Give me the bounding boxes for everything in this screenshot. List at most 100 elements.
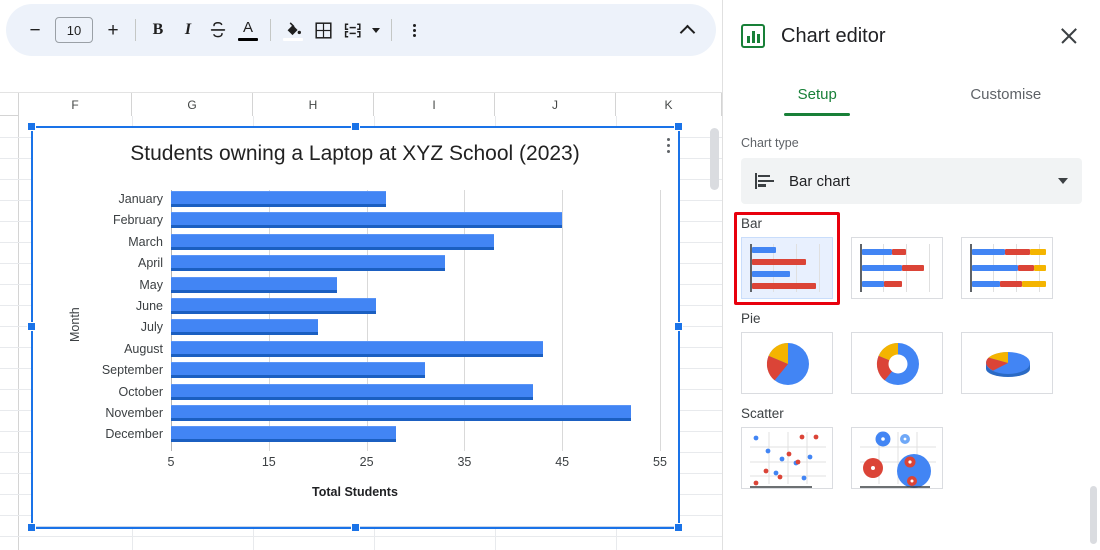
- strikethrough-icon: [210, 22, 226, 38]
- y-axis-title: Month: [68, 307, 82, 343]
- y-axis-tick-label: May: [139, 277, 163, 292]
- select-all-corner[interactable]: [0, 93, 19, 115]
- column-header-h[interactable]: H: [253, 93, 374, 116]
- 100-percent-stacked-bar-chart-option[interactable]: [961, 237, 1053, 299]
- resize-handle-top-left[interactable]: [27, 122, 36, 131]
- bubble-chart-option[interactable]: [851, 427, 943, 489]
- chart-bar: [171, 298, 377, 314]
- toolbar-divider: [135, 19, 136, 41]
- borders-icon: [314, 21, 332, 39]
- chart-editor-header: Chart editor: [723, 0, 1100, 72]
- chart-editor-tabs: Setup Customise: [723, 72, 1100, 116]
- formatting-toolbar: − 10 + B I A: [6, 4, 716, 56]
- y-axis-tick-label: January: [118, 192, 163, 206]
- chart-bar: [171, 212, 563, 229]
- text-color-button[interactable]: A: [233, 15, 263, 45]
- bar-chart-option[interactable]: [741, 237, 833, 299]
- toolbar-divider: [270, 19, 271, 41]
- y-axis-tick-label: July: [140, 320, 163, 335]
- chart-editor-panel: Chart editor Setup Customise Chart type …: [722, 0, 1100, 550]
- scatter-chart-option[interactable]: [741, 427, 833, 489]
- bar-thumbnail-row: [723, 237, 1100, 299]
- column-header-i[interactable]: I: [374, 93, 495, 116]
- chevron-down-icon: [372, 27, 380, 33]
- plus-icon: +: [107, 19, 119, 41]
- more-options-button[interactable]: [399, 15, 429, 45]
- tab-customise[interactable]: Customise: [912, 72, 1100, 116]
- resize-handle-middle-right[interactable]: [674, 322, 683, 331]
- chevron-down-icon: [1058, 178, 1068, 184]
- bubble-chart-icon: [860, 431, 936, 488]
- font-size-value: 10: [66, 22, 82, 38]
- column-header-f[interactable]: F: [19, 93, 132, 116]
- spreadsheet-chart-editor-screen: − 10 + B I A F G H I J K Students owning…: [0, 0, 1100, 550]
- chart-bar: [171, 340, 543, 357]
- minus-icon: −: [29, 19, 41, 41]
- chart-editor-title: Chart editor: [781, 24, 886, 47]
- resize-handle-bottom-center[interactable]: [351, 523, 360, 532]
- y-axis-tick-label: February: [112, 213, 163, 228]
- doughnut-chart-option[interactable]: [851, 332, 943, 394]
- pie-chart-icon: [766, 343, 809, 385]
- increase-font-size-button[interactable]: +: [98, 15, 128, 45]
- chart-bar: [171, 191, 387, 207]
- scatter-thumbnail-row: [723, 427, 1100, 489]
- chart-type-dropdown[interactable]: Bar chart: [741, 158, 1082, 204]
- sheet-vertical-scrollbar[interactable]: [710, 128, 719, 190]
- group-label-pie: Pie: [741, 311, 761, 326]
- y-axis-tick-label: June: [135, 299, 163, 313]
- font-size-input[interactable]: 10: [55, 17, 93, 43]
- resize-handle-bottom-left[interactable]: [27, 523, 36, 532]
- pie-thumbnail-row: [723, 332, 1100, 394]
- decrease-font-size-button[interactable]: −: [20, 15, 50, 45]
- chart-bar: [171, 383, 533, 400]
- tab-setup-label: Setup: [797, 85, 837, 103]
- borders-button[interactable]: [308, 15, 338, 45]
- fill-color-button[interactable]: [278, 15, 308, 45]
- bold-icon: B: [152, 21, 164, 38]
- x-axis-tick-label: 25: [359, 454, 374, 469]
- pie-chart-option[interactable]: [741, 332, 833, 394]
- y-axis-tick-label: October: [118, 384, 163, 399]
- resize-handle-middle-left[interactable]: [27, 322, 36, 331]
- group-label-bar: Bar: [741, 216, 763, 231]
- chart-editor-scrollbar[interactable]: [1090, 486, 1097, 544]
- chart-type-value: Bar chart: [789, 172, 850, 190]
- tab-setup[interactable]: Setup: [723, 72, 912, 116]
- chart-object[interactable]: Students owning a Laptop at XYZ School (…: [31, 127, 679, 527]
- y-axis-tick-label: December: [105, 427, 163, 442]
- fill-color-swatch: [283, 38, 303, 41]
- collapse-toolbar-button[interactable]: [672, 15, 702, 45]
- chart-type-group-bar: Bar: [723, 216, 1100, 299]
- resize-handle-top-right[interactable]: [674, 122, 683, 131]
- row-header-gutter: [0, 116, 19, 550]
- resize-handle-bottom-right[interactable]: [674, 523, 683, 532]
- chart-editor-body[interactable]: Chart type Bar chart Bar Pie Scatter: [723, 120, 1100, 550]
- chart-type-group-scatter: Scatter: [723, 406, 1100, 489]
- italic-icon: I: [184, 21, 192, 38]
- merge-cells-button[interactable]: [338, 15, 368, 45]
- chart-type-label: Chart type: [741, 136, 799, 150]
- column-header-j[interactable]: J: [495, 93, 616, 116]
- column-header-g[interactable]: G: [132, 93, 253, 116]
- resize-handle-top-center[interactable]: [351, 122, 360, 131]
- y-axis-tick-label: September: [101, 363, 163, 378]
- x-axis-tick-label: 55: [653, 454, 667, 469]
- y-axis-tick-label: April: [137, 256, 163, 271]
- scatter-chart-icon: [750, 432, 826, 488]
- x-axis-tick-label: 15: [261, 454, 276, 469]
- chart-bar: [171, 233, 494, 250]
- group-label-scatter: Scatter: [741, 406, 784, 421]
- bold-button[interactable]: B: [143, 15, 173, 45]
- x-axis-tick-label: 35: [457, 454, 472, 469]
- spreadsheet-pane: − 10 + B I A F G H I J K Students owning…: [0, 0, 722, 550]
- stacked-bar-chart-option[interactable]: [851, 237, 943, 299]
- strikethrough-button[interactable]: [203, 15, 233, 45]
- y-axis-tick-label: March: [128, 234, 163, 249]
- column-header-k[interactable]: K: [616, 93, 722, 116]
- italic-button[interactable]: I: [173, 15, 203, 45]
- merge-cells-dropdown[interactable]: [368, 15, 384, 45]
- close-icon[interactable]: [1056, 23, 1082, 49]
- chart-bar: [171, 362, 426, 379]
- 3d-pie-chart-option[interactable]: [961, 332, 1053, 394]
